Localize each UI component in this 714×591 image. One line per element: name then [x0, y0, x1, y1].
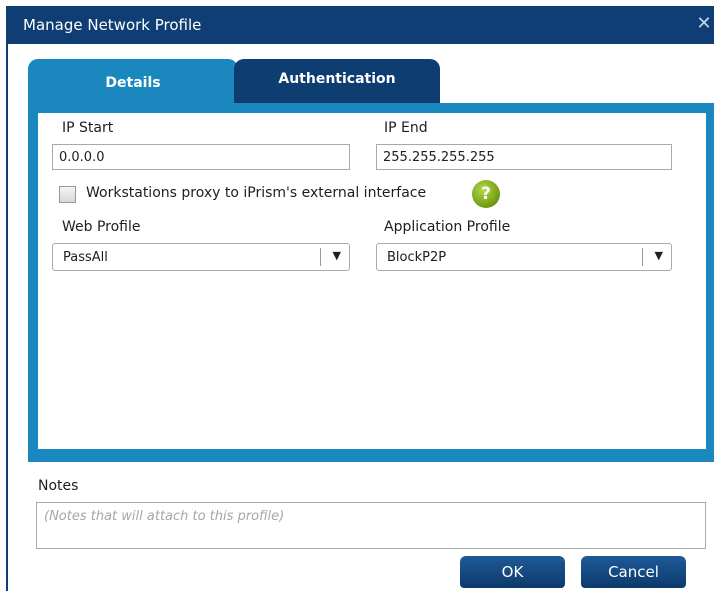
ip-start-input[interactable]: 0.0.0.0 — [52, 144, 350, 170]
help-icon-glyph: ? — [481, 184, 491, 204]
tab-details[interactable]: Details — [28, 59, 238, 105]
tab-authentication[interactable]: Authentication — [234, 59, 440, 103]
ip-end-label: IP End — [384, 120, 428, 136]
ip-start-value: 0.0.0.0 — [59, 150, 105, 165]
cancel-button-label: Cancel — [608, 563, 659, 581]
application-profile-select[interactable]: BlockP2P ▼ — [376, 243, 672, 271]
cancel-button[interactable]: Cancel — [581, 556, 686, 588]
application-profile-label: Application Profile — [384, 219, 511, 235]
notes-textarea[interactable]: (Notes that will attach to this profile) — [36, 502, 706, 549]
proxy-checkbox[interactable] — [59, 186, 76, 203]
tab-authentication-label: Authentication — [278, 71, 396, 87]
web-profile-select[interactable]: PassAll ▼ — [52, 243, 350, 271]
select-divider — [320, 248, 321, 266]
web-profile-label: Web Profile — [62, 219, 141, 235]
select-divider — [642, 248, 643, 266]
ip-end-value: 255.255.255.255 — [383, 150, 495, 165]
help-icon[interactable]: ? — [472, 180, 500, 208]
dialog-title: Manage Network Profile — [23, 16, 202, 34]
close-icon[interactable]: ✕ — [696, 15, 712, 33]
details-panel: IP Start 0.0.0.0 IP End 255.255.255.255 … — [28, 103, 714, 462]
application-profile-value: BlockP2P — [387, 250, 447, 265]
ok-button[interactable]: OK — [460, 556, 565, 588]
tab-details-label: Details — [105, 75, 161, 91]
notes-placeholder: (Notes that will attach to this profile) — [44, 509, 285, 524]
title-bar: Manage Network Profile ✕ — [8, 6, 714, 44]
chevron-down-icon[interactable]: ▼ — [655, 249, 663, 262]
web-profile-value: PassAll — [63, 250, 108, 265]
ip-start-label: IP Start — [62, 120, 114, 136]
ip-end-input[interactable]: 255.255.255.255 — [376, 144, 672, 170]
notes-label: Notes — [38, 478, 79, 494]
ok-button-label: OK — [501, 563, 524, 581]
details-panel-content: IP Start 0.0.0.0 IP End 255.255.255.255 … — [38, 113, 706, 449]
manage-network-profile-dialog: Manage Network Profile ✕ Details Authent… — [6, 6, 714, 591]
proxy-checkbox-label: Workstations proxy to iPrism's external … — [86, 185, 427, 201]
chevron-down-icon[interactable]: ▼ — [333, 249, 341, 262]
